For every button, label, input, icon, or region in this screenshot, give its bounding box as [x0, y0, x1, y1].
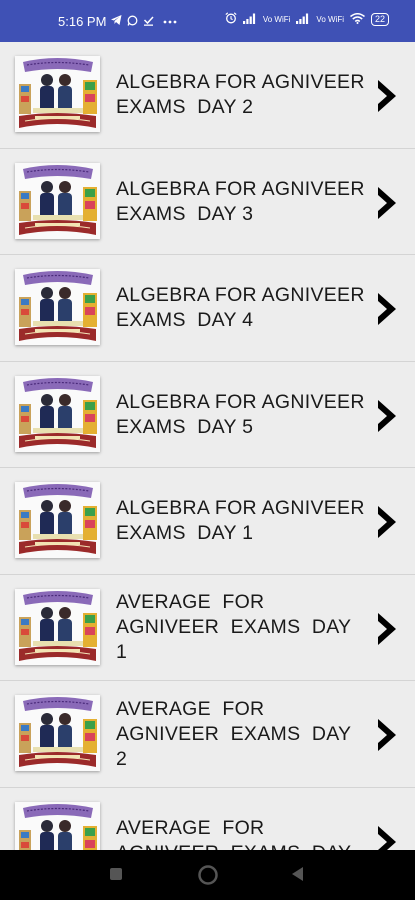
more-dots-icon — [163, 16, 177, 27]
chevron-right-icon[interactable] — [376, 185, 398, 221]
chevron-right-icon[interactable] — [376, 717, 398, 753]
volte-wifi-icon: Vo WiFi — [316, 14, 344, 24]
battery-icon: 22 — [370, 13, 389, 26]
list-item[interactable]: ALGEBRA FOR AGNIVEER EXAMS DAY 5 — [0, 361, 415, 468]
lesson-list: ALGEBRA FOR AGNIVEER EXAMS DAY 2 ALGEBRA… — [0, 42, 415, 850]
mathematics-logo-icon — [15, 56, 100, 132]
item-title: AVERAGE FOR AGNIVEER EXAMS DAY — [116, 816, 351, 851]
status-right: Vo WiFi Vo WiFi 22 — [225, 12, 389, 27]
status-bar: 5:16 PM Vo WiFi Vo WiFi 22 — [0, 0, 415, 42]
wifi-icon — [350, 12, 365, 27]
mathematics-logo-icon — [15, 269, 100, 345]
list-item[interactable]: ALGEBRA FOR AGNIVEER EXAMS DAY 4 — [0, 255, 415, 362]
item-title: AVERAGE FOR AGNIVEER EXAMS DAY 1 — [116, 591, 352, 663]
chevron-right-icon[interactable] — [376, 291, 398, 327]
mathematics-logo-icon — [15, 801, 100, 850]
chevron-right-icon[interactable] — [376, 824, 398, 850]
item-title: ALGEBRA FOR AGNIVEER EXAMS DAY 5 — [116, 390, 365, 438]
telegram-icon — [111, 15, 122, 28]
whatsapp-icon — [127, 15, 138, 29]
mathematics-logo-icon — [15, 162, 100, 239]
item-title: ALGEBRA FOR AGNIVEER EXAMS DAY 2 — [116, 71, 365, 118]
status-left: 5:16 PM — [58, 14, 177, 29]
back-triangle-icon[interactable] — [290, 866, 304, 887]
list-item[interactable]: ALGEBRA FOR AGNIVEER EXAMS DAY 2 — [0, 42, 415, 149]
recents-square-icon[interactable] — [109, 867, 123, 886]
chevron-right-icon[interactable] — [376, 398, 398, 434]
system-nav-bar — [0, 850, 415, 900]
item-title: ALGEBRA FOR AGNIVEER EXAMS DAY 4 — [116, 284, 365, 331]
signal-icon — [296, 13, 310, 27]
item-title: ALGEBRA FOR AGNIVEER EXAMS DAY 1 — [116, 497, 365, 544]
home-circle-icon[interactable] — [197, 864, 219, 891]
chevron-right-icon[interactable] — [376, 611, 398, 647]
mathematics-logo-icon — [15, 482, 100, 558]
alarm-icon — [225, 12, 237, 27]
list-item[interactable]: AVERAGE FOR AGNIVEER EXAMS DAY — [0, 787, 415, 851]
list-item[interactable]: ALGEBRA FOR AGNIVEER EXAMS DAY 1 — [0, 468, 415, 575]
list-item[interactable]: AVERAGE FOR AGNIVEER EXAMS DAY 2 — [0, 681, 415, 788]
list-item[interactable]: ALGEBRA FOR AGNIVEER EXAMS DAY 3 — [0, 148, 415, 255]
status-time: 5:16 PM — [58, 14, 107, 29]
signal-icon — [242, 13, 257, 27]
chevron-right-icon[interactable] — [376, 78, 398, 114]
mathematics-logo-icon — [15, 695, 100, 771]
item-title: ALGEBRA FOR AGNIVEER EXAMS DAY 3 — [116, 177, 365, 225]
chevron-right-icon[interactable] — [376, 504, 398, 540]
mathematics-logo-icon — [15, 588, 100, 665]
list-item[interactable]: AVERAGE FOR AGNIVEER EXAMS DAY 1 — [0, 574, 415, 681]
item-title: AVERAGE FOR AGNIVEER EXAMS DAY 2 — [116, 697, 352, 770]
mathematics-logo-icon — [15, 375, 100, 452]
download-done-icon — [143, 15, 154, 29]
volte-wifi-icon: Vo WiFi — [262, 14, 291, 24]
